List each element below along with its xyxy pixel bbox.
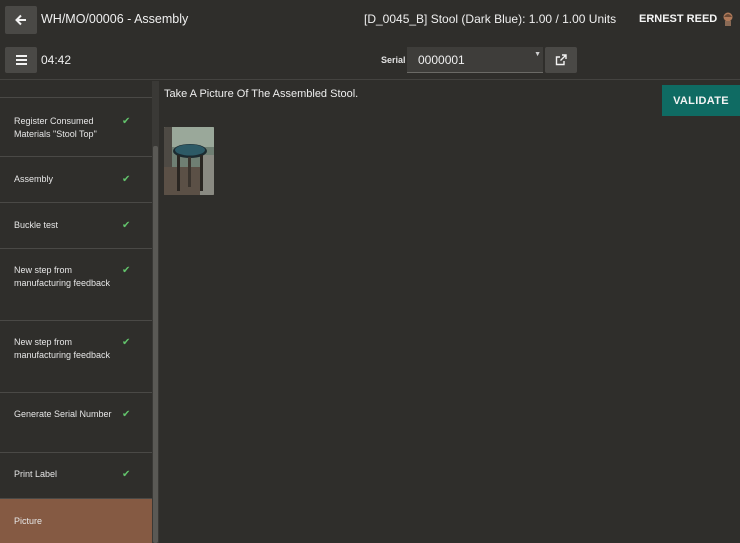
step-instruction: Take A Picture Of The Assembled Stool. xyxy=(164,88,359,100)
serial-label: Serial xyxy=(381,55,406,65)
sidebar-scrollbar[interactable] xyxy=(152,81,159,543)
caret-down-icon: ▼ xyxy=(534,51,541,58)
external-link-icon xyxy=(555,54,567,66)
check-icon: ✔ xyxy=(122,409,131,420)
menu-button[interactable] xyxy=(5,47,37,73)
check-icon: ✔ xyxy=(122,265,131,276)
check-icon: ✔ xyxy=(122,174,131,185)
serial-value: 0000001 xyxy=(418,52,465,67)
check-icon: ✔ xyxy=(122,337,131,348)
timer: 04:42 xyxy=(41,53,72,67)
hamburger-icon xyxy=(15,55,27,65)
validate-button[interactable]: VALIDATE xyxy=(662,85,740,116)
user-menu[interactable]: ERNEST REED xyxy=(639,12,735,26)
step-item[interactable]: Print Label ✔ xyxy=(0,452,152,498)
top-bar: WH/MO/00006 - Assembly [D_0045_B] Stool … xyxy=(0,0,740,80)
step-item[interactable]: New step from manufacturing feedback ✔ xyxy=(0,320,152,392)
step-item-active[interactable]: Picture xyxy=(0,498,152,543)
open-serial-button[interactable] xyxy=(545,47,577,73)
back-button[interactable] xyxy=(5,6,37,34)
step-label: Picture xyxy=(14,516,43,526)
step-label: New step from manufacturing feedback xyxy=(14,337,111,360)
step-content: Take A Picture Of The Assembled Stool. V… xyxy=(159,81,740,543)
check-icon: ✔ xyxy=(122,220,131,231)
step-label: Register Consumed Materials "Stool Top" xyxy=(14,116,97,139)
step-label: New step from manufacturing feedback xyxy=(14,265,111,288)
serial-select[interactable]: 0000001 ▼ xyxy=(407,47,543,73)
user-name: ERNEST REED xyxy=(639,13,718,25)
step-label: Buckle test xyxy=(14,220,59,230)
step-label: Assembly xyxy=(14,174,54,184)
arrow-left-icon xyxy=(15,14,26,26)
user-avatar xyxy=(723,12,733,26)
page-title: WH/MO/00006 - Assembly xyxy=(41,12,189,26)
product-quantity: [D_0045_B] Stool (Dark Blue): 1.00 / 1.0… xyxy=(364,12,617,26)
step-item[interactable]: Assembly ✔ xyxy=(0,156,152,202)
check-icon: ✔ xyxy=(122,469,131,480)
step-item[interactable]: Generate Serial Number ✔ xyxy=(0,392,152,452)
step-label: Generate Serial Number xyxy=(14,409,112,419)
scrollbar-thumb[interactable] xyxy=(153,146,158,543)
stool-photo-thumbnail[interactable] xyxy=(164,127,214,195)
steps-sidebar: Register Consumed Materials "Stool Top" … xyxy=(0,81,152,543)
step-item[interactable]: New step from manufacturing feedback ✔ xyxy=(0,248,152,320)
stool-photo xyxy=(164,127,214,195)
check-icon: ✔ xyxy=(122,116,131,127)
step-item[interactable]: Register Consumed Materials "Stool Top" … xyxy=(0,97,152,156)
step-label: Print Label xyxy=(14,469,58,479)
step-item[interactable]: Buckle test ✔ xyxy=(0,202,152,248)
